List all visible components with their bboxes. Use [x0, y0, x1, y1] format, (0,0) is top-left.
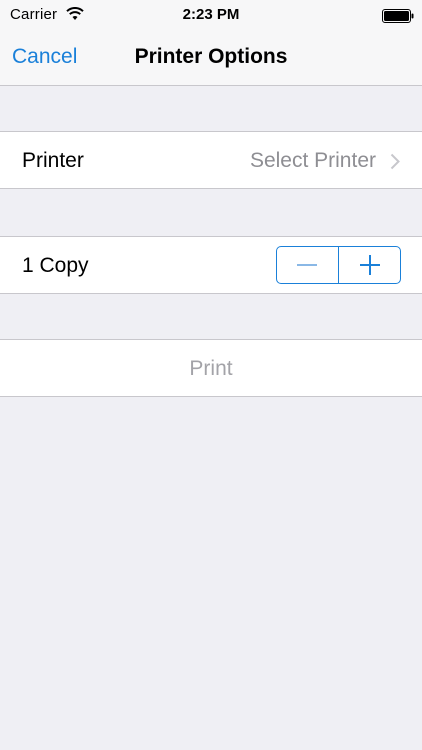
printer-select-cell[interactable]: Printer Select Printer — [0, 131, 422, 189]
printer-value: Select Printer — [249, 149, 376, 172]
copies-stepper[interactable] — [276, 246, 401, 284]
chevron-right-icon — [390, 153, 400, 170]
page-title: Printer Options — [134, 45, 288, 68]
increment-button[interactable] — [339, 247, 400, 283]
navigation-bar: Cancel Printer Options — [0, 30, 422, 86]
copies-label: 1 Copy — [22, 254, 89, 277]
status-time: 2:23 PM — [182, 6, 240, 23]
decrement-button[interactable] — [277, 247, 338, 283]
status-bar: Carrier 2:23 PM — [0, 0, 422, 30]
printer-label: Printer — [22, 149, 84, 172]
battery-icon — [382, 9, 414, 23]
print-button[interactable]: Print — [0, 339, 422, 397]
copies-cell: 1 Copy — [0, 236, 422, 294]
print-label: Print — [189, 357, 233, 380]
plus-icon — [359, 255, 380, 275]
minus-icon — [297, 264, 318, 266]
